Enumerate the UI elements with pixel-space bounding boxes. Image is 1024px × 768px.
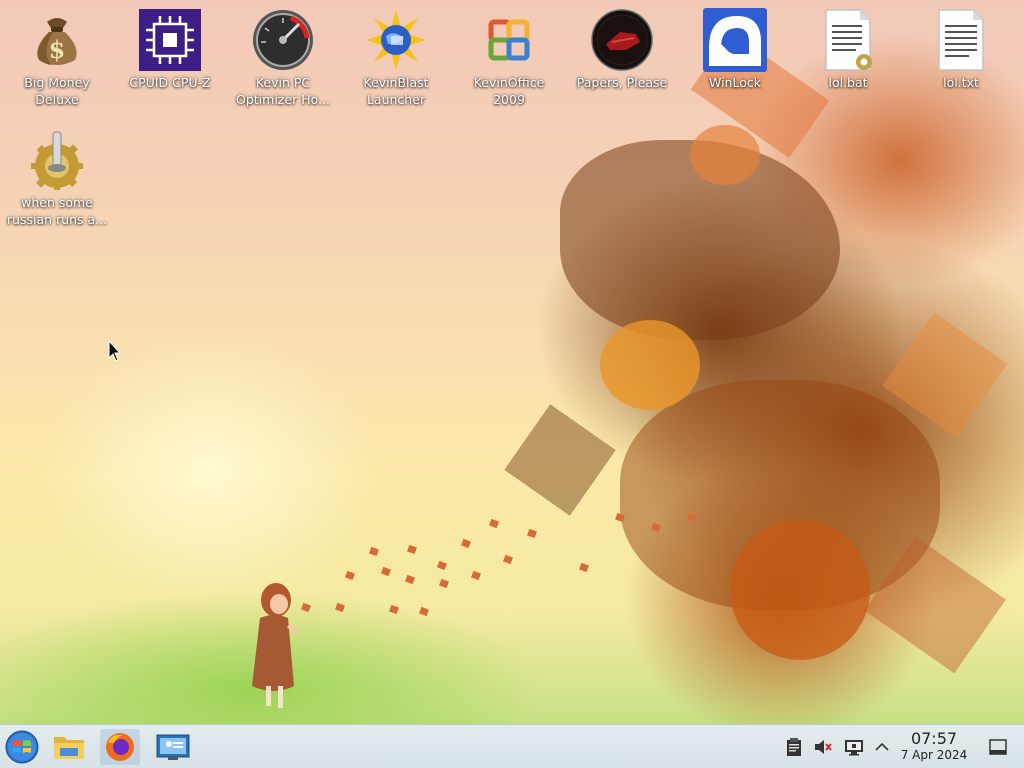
- remote-desktop-icon: [156, 734, 190, 760]
- desktop-icon-label: when some russian runs a...: [6, 195, 108, 227]
- wallpaper-shape: [882, 312, 1008, 438]
- desktop-icon-label: CPUID CPU-Z: [129, 75, 211, 90]
- desktop-icon-label: KevinOffice 2009: [473, 75, 545, 107]
- tray-display-button[interactable]: [844, 737, 864, 757]
- office-logo-icon: [477, 8, 541, 72]
- desktop-icon-cpuid-cpu-z[interactable]: CPUID CPU-Z: [117, 2, 223, 91]
- wallpaper-petal: [301, 602, 311, 613]
- desktop-icon-papers-please[interactable]: Papers, Please: [569, 2, 675, 91]
- clipboard-icon: [787, 738, 801, 756]
- tray-volume-button[interactable]: [813, 737, 833, 757]
- clock-date: 7 Apr 2024: [900, 748, 968, 762]
- start-button[interactable]: [2, 729, 42, 765]
- wallpaper-petal: [345, 570, 355, 581]
- clock-time: 07:57: [910, 729, 958, 748]
- taskbar-file-manager-button[interactable]: [50, 729, 90, 765]
- wallpaper-petal: [651, 522, 661, 533]
- desktop-icon-label: WinLock: [709, 75, 761, 90]
- desktop-icon-lol-txt[interactable]: lol.txt: [908, 2, 1014, 91]
- tray-expand-button[interactable]: [872, 737, 892, 757]
- tray-clipboard-button[interactable]: [784, 737, 804, 757]
- wallpaper-petal: [419, 606, 429, 617]
- wallpaper-petal: [579, 562, 589, 573]
- wallpaper-petal: [381, 566, 391, 577]
- wallpaper-petal: [471, 570, 481, 581]
- wallpaper-petal: [335, 602, 345, 613]
- start-orb-icon: [5, 730, 39, 764]
- lock-shackle-icon: [703, 8, 767, 72]
- wallpaper-petal: [405, 574, 415, 585]
- wallpaper-shape: [504, 404, 616, 516]
- wallpaper-petal: [407, 544, 417, 555]
- volume-muted-icon: [815, 740, 832, 754]
- cpu-chip-icon: [138, 8, 202, 72]
- show-desktop-icon: [989, 739, 1007, 755]
- wallpaper-petal: [439, 578, 449, 589]
- wallpaper-petal: [489, 518, 499, 529]
- wallpaper-shape: [620, 380, 940, 610]
- stamp-logo-icon: [590, 8, 654, 72]
- taskbar-firefox-button[interactable]: [100, 729, 140, 765]
- wallpaper-petal: [369, 546, 379, 557]
- firefox-icon: [106, 733, 134, 761]
- desktop-icon-label: Papers, Please: [576, 75, 668, 90]
- batch-file-icon: [816, 8, 880, 72]
- wallpaper-petal: [437, 560, 447, 571]
- wallpaper-shape: [864, 536, 1006, 674]
- desktop-icon-label: Kevin PC Optimizer Ho...: [236, 75, 330, 107]
- wallpaper-petal: [503, 554, 513, 565]
- desktop-icon-when-some-russian[interactable]: when some russian runs a...: [4, 122, 110, 228]
- desktop[interactable]: $ Big Money Deluxe CPUID CPU-Z Kevin PC …: [0, 0, 1024, 768]
- starburst-globe-icon: [364, 8, 428, 72]
- desktop-icon-kevinoffice-2009[interactable]: KevinOffice 2009: [456, 2, 562, 108]
- taskbar: 07:57 7 Apr 2024: [0, 724, 1024, 768]
- wallpaper-petal: [389, 604, 399, 615]
- file-manager-icon: [54, 737, 84, 759]
- wallpaper-shape: [690, 125, 760, 185]
- desktop-icon-winlock[interactable]: WinLock: [682, 2, 788, 91]
- wallpaper-petal: [615, 512, 625, 523]
- wallpaper-petal: [687, 512, 697, 523]
- wallpaper-petal: [527, 528, 537, 539]
- wallpaper-petal: [461, 538, 471, 549]
- desktop-icon-big-money-deluxe[interactable]: $ Big Money Deluxe: [4, 2, 110, 108]
- desktop-icon-lol-bat[interactable]: lol.bat: [795, 2, 901, 91]
- wallpaper-shape: [560, 140, 840, 340]
- mouse-cursor: [108, 340, 122, 362]
- desktop-icon-kevin-pc-optimizer[interactable]: Kevin PC Optimizer Ho...: [230, 2, 336, 108]
- wallpaper-girl-figure: [252, 583, 300, 708]
- chevron-up-icon: [875, 742, 889, 751]
- display-icon: [845, 740, 863, 756]
- desktop-icon-label: lol.txt: [943, 75, 979, 90]
- money-bag-icon: $: [25, 8, 89, 72]
- speedometer-icon: [251, 8, 315, 72]
- desktop-icon-kevinblast-launcher[interactable]: KevinBlast Launcher: [343, 2, 449, 108]
- joystick-gear-icon: [25, 128, 89, 192]
- text-file-icon: [929, 8, 993, 72]
- desktop-icon-label: Big Money Deluxe: [24, 75, 90, 107]
- desktop-icon-label: KevinBlast Launcher: [363, 75, 429, 107]
- show-desktop-button[interactable]: [988, 737, 1008, 757]
- svg-text:$: $: [49, 35, 66, 64]
- taskbar-remote-desktop-button[interactable]: [153, 729, 193, 765]
- taskbar-clock[interactable]: 07:57 7 Apr 2024: [894, 730, 974, 763]
- wallpaper-shape: [730, 520, 870, 660]
- desktop-icon-label: lol.bat: [828, 75, 868, 90]
- wallpaper-shape: [600, 320, 700, 410]
